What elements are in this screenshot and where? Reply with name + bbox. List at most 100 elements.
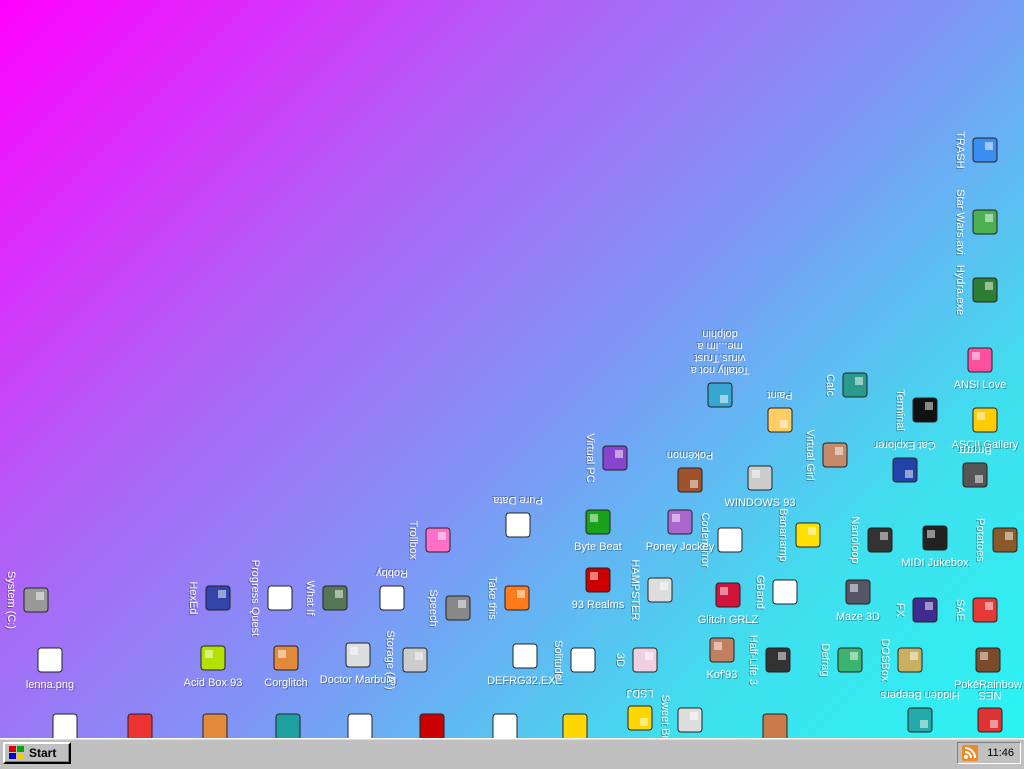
sae-ball-icon [969,594,1001,626]
desktop-icon[interactable]: Pure Data [478,494,558,541]
speech-icon [442,592,474,624]
desktop-icon[interactable]: HexEd [187,558,234,638]
desktop-icon[interactable]: Storage (A:) [384,620,431,700]
hampster-icon [644,574,676,606]
pizza-icon[interactable] [199,712,231,738]
desktop-icon[interactable]: Speech [427,568,474,648]
desktop-icon[interactable]: Poney Jockey [640,506,720,553]
desktop-icon[interactable]: Virtual PC [584,418,631,498]
letter-icon[interactable] [344,712,376,738]
cube-icon[interactable] [272,712,304,738]
desktop-icon[interactable]: DOSBox [879,620,926,700]
desktop-icon-label: Defrag [819,643,831,677]
pony-icon [664,506,696,538]
desktop-icon[interactable]: Hydra.exe [954,250,1001,330]
desktop-icon[interactable]: Nanoloop [849,500,896,580]
document-icon[interactable] [49,712,81,738]
desktop-icon-label: TRASH [954,131,966,169]
start-button[interactable]: Start [3,742,71,764]
dolphin-icon [704,379,736,411]
byte-beat-icon [582,506,614,538]
system-tray: 11:46 [957,742,1021,764]
desktop-icon[interactable]: Half-Life 3 [747,620,794,700]
solitude-icon [567,644,599,676]
system-drive-icon [20,584,52,616]
desktop-icon[interactable]: Calc [824,345,871,425]
rss-feed-icon[interactable] [962,745,978,761]
desktop-icon[interactable]: 93 Realms [558,564,638,611]
desktop-icon[interactable]: MIDI Jukebox [895,522,975,569]
desktop-icon-label: LSDJ [626,687,654,699]
windows-logo-icon [9,746,25,760]
gband-icon [769,576,801,608]
book-icon[interactable] [124,712,156,738]
virtual-girl-icon [819,439,851,471]
desktop-icon[interactable]: Defrag [819,620,866,700]
desktop-icon-label: Storage (A:) [384,630,396,690]
take-this-icon [501,582,533,614]
desktop-icon[interactable]: Progress Quest [249,558,296,638]
desktop-icon[interactable]: NES [950,689,1024,736]
desktop-icon-label: Cat Explorer [874,439,936,451]
desktop-icon[interactable]: Corglitch [246,642,326,689]
desktop-icon[interactable]: Pokémon [650,449,730,496]
trash-icon [969,134,1001,166]
taskbar: Start 11:46 [0,738,1024,769]
desktop-icon[interactable]: Brrrrrrr [935,444,1015,491]
3d-icon [629,644,661,676]
hexed-icon [202,582,234,614]
desktop-icon[interactable]: Potatoes [974,500,1021,580]
desktop-icon[interactable]: Robby [352,567,432,614]
desktop-icon[interactable]: Maze 3D [818,576,898,623]
progress-quest-icon [264,582,296,614]
desktop-icon[interactable]: Byte Beat [558,506,638,553]
desktop-icon-label: DOSBox [879,638,891,682]
desktop-icon[interactable]: System (C:) [5,560,52,640]
console-icon[interactable] [416,712,448,738]
desktop-icon[interactable]: lenna.png [10,644,90,691]
desktop-icon[interactable]: Virtual Girl [804,415,851,495]
hydra-icon [969,274,1001,306]
calculator-icon [839,369,871,401]
desktop-icon-label: Pokémon [666,449,714,461]
doctor-icon [342,639,374,671]
desktop-icon-label: System (C:) [5,570,17,630]
lips-icon [712,579,744,611]
desktop-icon-label: Virtual PC [584,433,596,483]
question-icon[interactable] [559,712,591,738]
ansi-love-icon [964,344,996,376]
desktop-icon-label: Take this [486,576,498,620]
desktop-icon[interactable]: ANSI Love [940,344,1020,391]
desktop-icon[interactable]: Hidden Beepers [880,689,960,736]
desktop-icon[interactable]: PokéRainbow [948,644,1024,691]
potato-icon [989,524,1021,556]
desktop-icon[interactable]: Acid Box 93 [173,642,253,689]
desktop-icon[interactable]: Solitude [552,620,599,700]
desktop-icon[interactable]: What If [304,558,351,638]
floppy-drive-icon [399,644,431,676]
desktop-icon-label: What If [304,580,316,616]
desktop-icon-label: SAE [954,598,966,621]
yoda-icon [969,206,1001,238]
brrrr-icon [959,459,991,491]
maze-icon [842,576,874,608]
desktop-icon[interactable]: TRASH [954,110,1001,190]
desktop-icon[interactable]: SAE [954,570,1001,650]
virtual-pc-icon [599,442,631,474]
desktop-icon-label: Terminal [894,389,906,431]
windows93-icon [744,462,776,494]
guy-icon[interactable] [759,712,791,738]
desktop-icon[interactable]: LSDJ [600,687,680,734]
desktop-icon-label: Nanoloop [849,516,861,564]
desktop-icon[interactable]: Take this [486,558,533,638]
desktop-icon-label: NES [978,689,1002,701]
lenna-file-icon [34,644,66,676]
desktop-icon[interactable]: Totally not a virus.Trust me...im a dolp… [680,328,760,411]
terminal-icon [909,394,941,426]
pokemon-icon [674,464,706,496]
desktop-icon[interactable]: Cat Explorer [865,439,945,486]
pure-data-icon [502,509,534,541]
defrag-icon [834,644,866,676]
notepad-icon[interactable] [489,712,521,738]
desktop-icon[interactable]: Terminal [894,370,941,450]
